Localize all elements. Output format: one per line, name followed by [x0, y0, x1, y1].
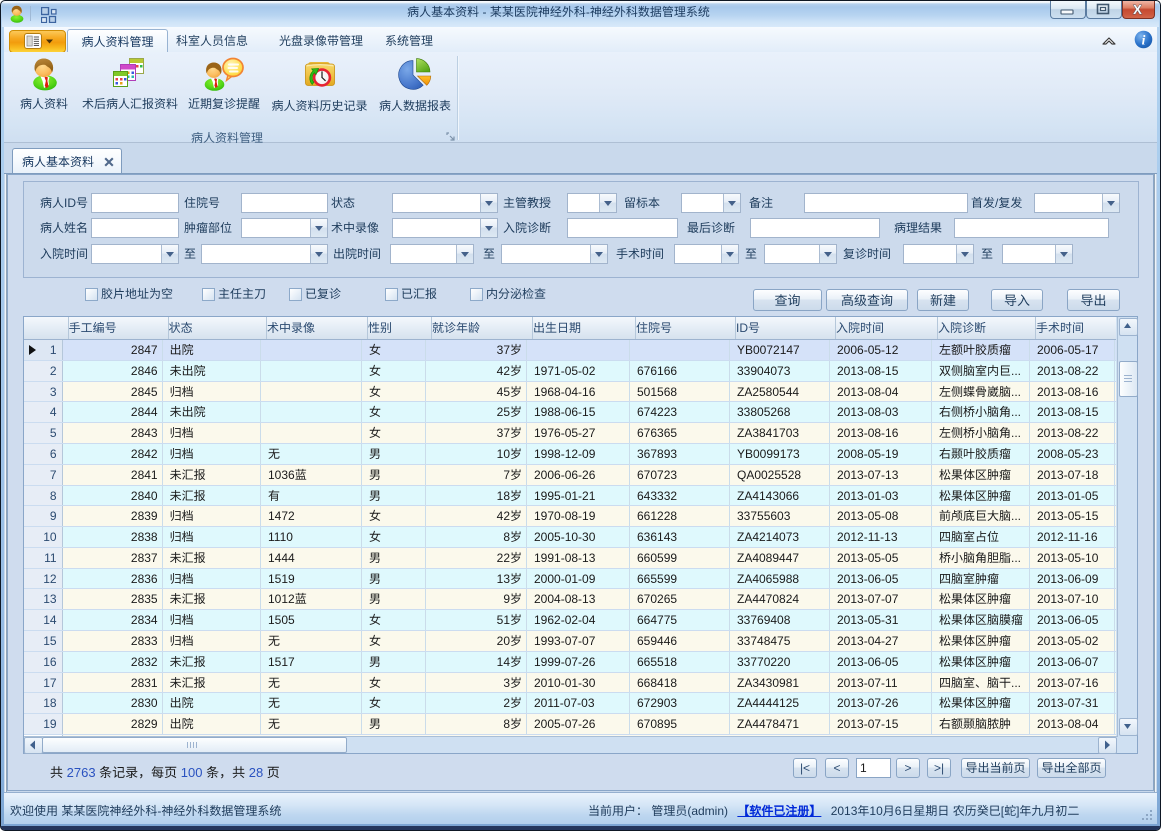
svg-text:i: i [1142, 33, 1146, 48]
svg-text:X: X [1133, 2, 1142, 17]
